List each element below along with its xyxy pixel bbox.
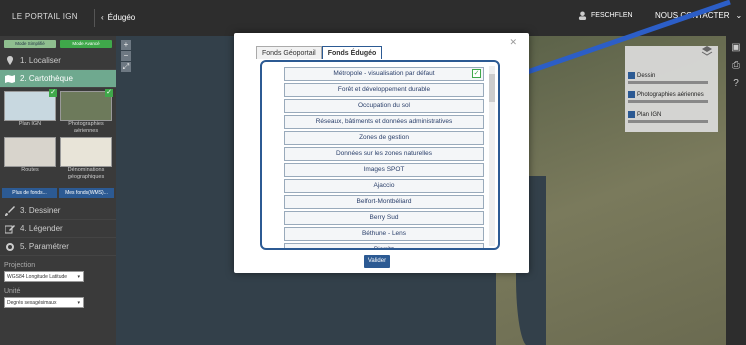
zoom-out-button[interactable]: −: [121, 51, 131, 61]
check-icon: ✓: [49, 89, 57, 97]
fonds-item-label: Réseaux, bâtiments et données administra…: [315, 118, 453, 125]
check-icon: ✓: [472, 69, 481, 78]
back-to-edugeo-button[interactable]: ‹ Édugéo: [94, 9, 141, 27]
tab-fonds-edugeo[interactable]: Fonds Édugéo: [321, 46, 383, 59]
gear-icon: [6, 242, 14, 251]
fonds-list-inner: Métropole - visualisation par défaut ✓ For…: [284, 67, 484, 250]
routes-thumbnail[interactable]: [4, 137, 56, 167]
thumb-label: Routes: [21, 167, 39, 173]
fonds-item-label: Occupation du sol: [357, 102, 411, 109]
section-label: 2. Cartothèque: [20, 74, 73, 83]
layer-label: Plan IGN: [637, 112, 662, 119]
fullscreen-button[interactable]: ⤢: [121, 62, 131, 72]
fonds-item-label: Belfort-Montbéliard: [356, 198, 412, 205]
thumb-label: Photographies aériennes: [68, 121, 104, 134]
fonds-modal: ✕ Fonds Géoportail Fonds Édugéo Métropol…: [234, 33, 529, 273]
opacity-slider[interactable]: [628, 100, 708, 104]
zoom-controls: + − ⤢: [121, 40, 131, 73]
section-dessiner[interactable]: 3. Dessiner: [0, 202, 116, 220]
fonds-list-item[interactable]: Occupation du sol: [284, 99, 484, 113]
fonds-item-label: Berry Sud: [369, 214, 399, 221]
layer-item-photos[interactable]: Photographies aériennes: [628, 91, 712, 104]
fonds-list-item[interactable]: Béthune - Lens: [284, 227, 484, 241]
tab-fonds-geoportail[interactable]: Fonds Géoportail: [256, 46, 322, 59]
edit-icon: [5, 224, 15, 233]
section-legender[interactable]: 4. Légender: [0, 220, 116, 238]
fonds-item-label: Béthune - Lens: [361, 230, 407, 237]
fonds-list-item[interactable]: Biarritz: [284, 243, 484, 250]
fonds-list-item[interactable]: Métropole - visualisation par défaut ✓: [284, 67, 484, 81]
fonds-item-label: Zones de gestion: [359, 134, 409, 141]
section-localiser[interactable]: 1. Localiser: [0, 52, 116, 70]
unit-label: Unité: [4, 288, 21, 295]
left-panel: Mode Simplifié Mode Avancé 1. Localiser …: [0, 36, 116, 345]
my-fonds-button[interactable]: Mes fonds(WMS)...: [59, 188, 114, 198]
location-pin-icon: [7, 55, 13, 65]
fonds-list-item[interactable]: Données sur les zones naturelles: [284, 147, 484, 161]
unit-value: Degrés sexagésimaux: [7, 300, 57, 306]
modal-tabs: Fonds Géoportail Fonds Édugéo: [256, 46, 383, 59]
eye-icon[interactable]: [628, 91, 635, 98]
denominations-thumbnail[interactable]: [60, 137, 112, 167]
layer-item-plan-ign[interactable]: Plan IGN: [628, 111, 712, 124]
plan-ign-thumbnail[interactable]: ✓: [4, 89, 57, 121]
thumb-label: Plan IGN: [18, 121, 42, 127]
section-label: 5. Paramétrer: [20, 242, 69, 251]
more-fonds-button[interactable]: Plus de fonds...: [2, 188, 57, 198]
opacity-slider[interactable]: [628, 120, 708, 124]
brush-icon: [5, 205, 15, 216]
fonds-list: Métropole - visualisation par défaut ✓ For…: [260, 60, 500, 250]
fonds-list-item[interactable]: Forêt et développement durable: [284, 83, 484, 97]
validate-button[interactable]: Valider: [364, 255, 390, 268]
layer-thumbnails: ✓ Plan IGN ✓ Photographies aériennes Rou…: [0, 88, 116, 184]
unit-select[interactable]: Degrés sexagésimaux ▾: [4, 297, 84, 308]
thumb-label: Dénominations géographiques: [67, 167, 105, 180]
check-icon: ✓: [105, 89, 113, 97]
fonds-item-label: Forêt et développement durable: [337, 86, 431, 93]
chevron-left-icon: ‹: [101, 13, 104, 22]
fonds-item-label: Biarritz: [373, 246, 395, 250]
fonds-item-label: Métropole - visualisation par défaut: [333, 70, 435, 77]
fonds-list-item[interactable]: Berry Sud: [284, 211, 484, 225]
chevron-down-icon: ▾: [77, 300, 80, 306]
scrollbar-thumb[interactable]: [489, 74, 495, 102]
section-label: 4. Légender: [20, 224, 63, 233]
section-parametrer[interactable]: 5. Paramétrer: [0, 238, 116, 256]
fonds-list-item[interactable]: Images SPOT: [284, 163, 484, 177]
scrollbar[interactable]: [489, 66, 495, 246]
zoom-in-button[interactable]: +: [121, 40, 131, 50]
fonds-list-item[interactable]: Réseaux, bâtiments et données administra…: [284, 115, 484, 129]
chevron-down-icon: ▾: [77, 274, 80, 280]
mode-advanced-button[interactable]: Mode Avancé: [60, 40, 112, 48]
projection-value: WGS84 Longitude Latitude: [7, 274, 68, 280]
layer-label: Photographies aériennes: [637, 92, 704, 99]
fonds-item-label: Images SPOT: [363, 166, 405, 173]
fonds-list-item[interactable]: Belfort-Montbéliard: [284, 195, 484, 209]
fonds-list-item[interactable]: Zones de gestion: [284, 131, 484, 145]
back-label: Édugéo: [107, 13, 136, 22]
fonds-buttons: Plus de fonds... Mes fonds(WMS)...: [0, 184, 116, 202]
section-cartotheque[interactable]: 2. Cartothèque: [0, 70, 116, 88]
fonds-list-item[interactable]: Ajaccio: [284, 179, 484, 193]
mode-simple-button[interactable]: Mode Simplifié: [4, 40, 56, 48]
projection-select[interactable]: WGS84 Longitude Latitude ▾: [4, 271, 84, 282]
photos-thumbnail[interactable]: ✓: [60, 89, 113, 121]
section-label: 3. Dessiner: [20, 206, 61, 215]
mode-switch: Mode Simplifié Mode Avancé: [0, 36, 116, 52]
close-icon[interactable]: ✕: [509, 37, 517, 48]
fonds-item-label: Données sur les zones naturelles: [335, 150, 433, 157]
portal-title[interactable]: LE PORTAIL IGN: [12, 12, 78, 21]
fonds-item-label: Ajaccio: [373, 182, 395, 189]
map-icon: [5, 74, 15, 83]
projection-label: Projection: [4, 262, 36, 269]
section-label: 1. Localiser: [20, 56, 61, 65]
eye-icon[interactable]: [628, 111, 635, 118]
